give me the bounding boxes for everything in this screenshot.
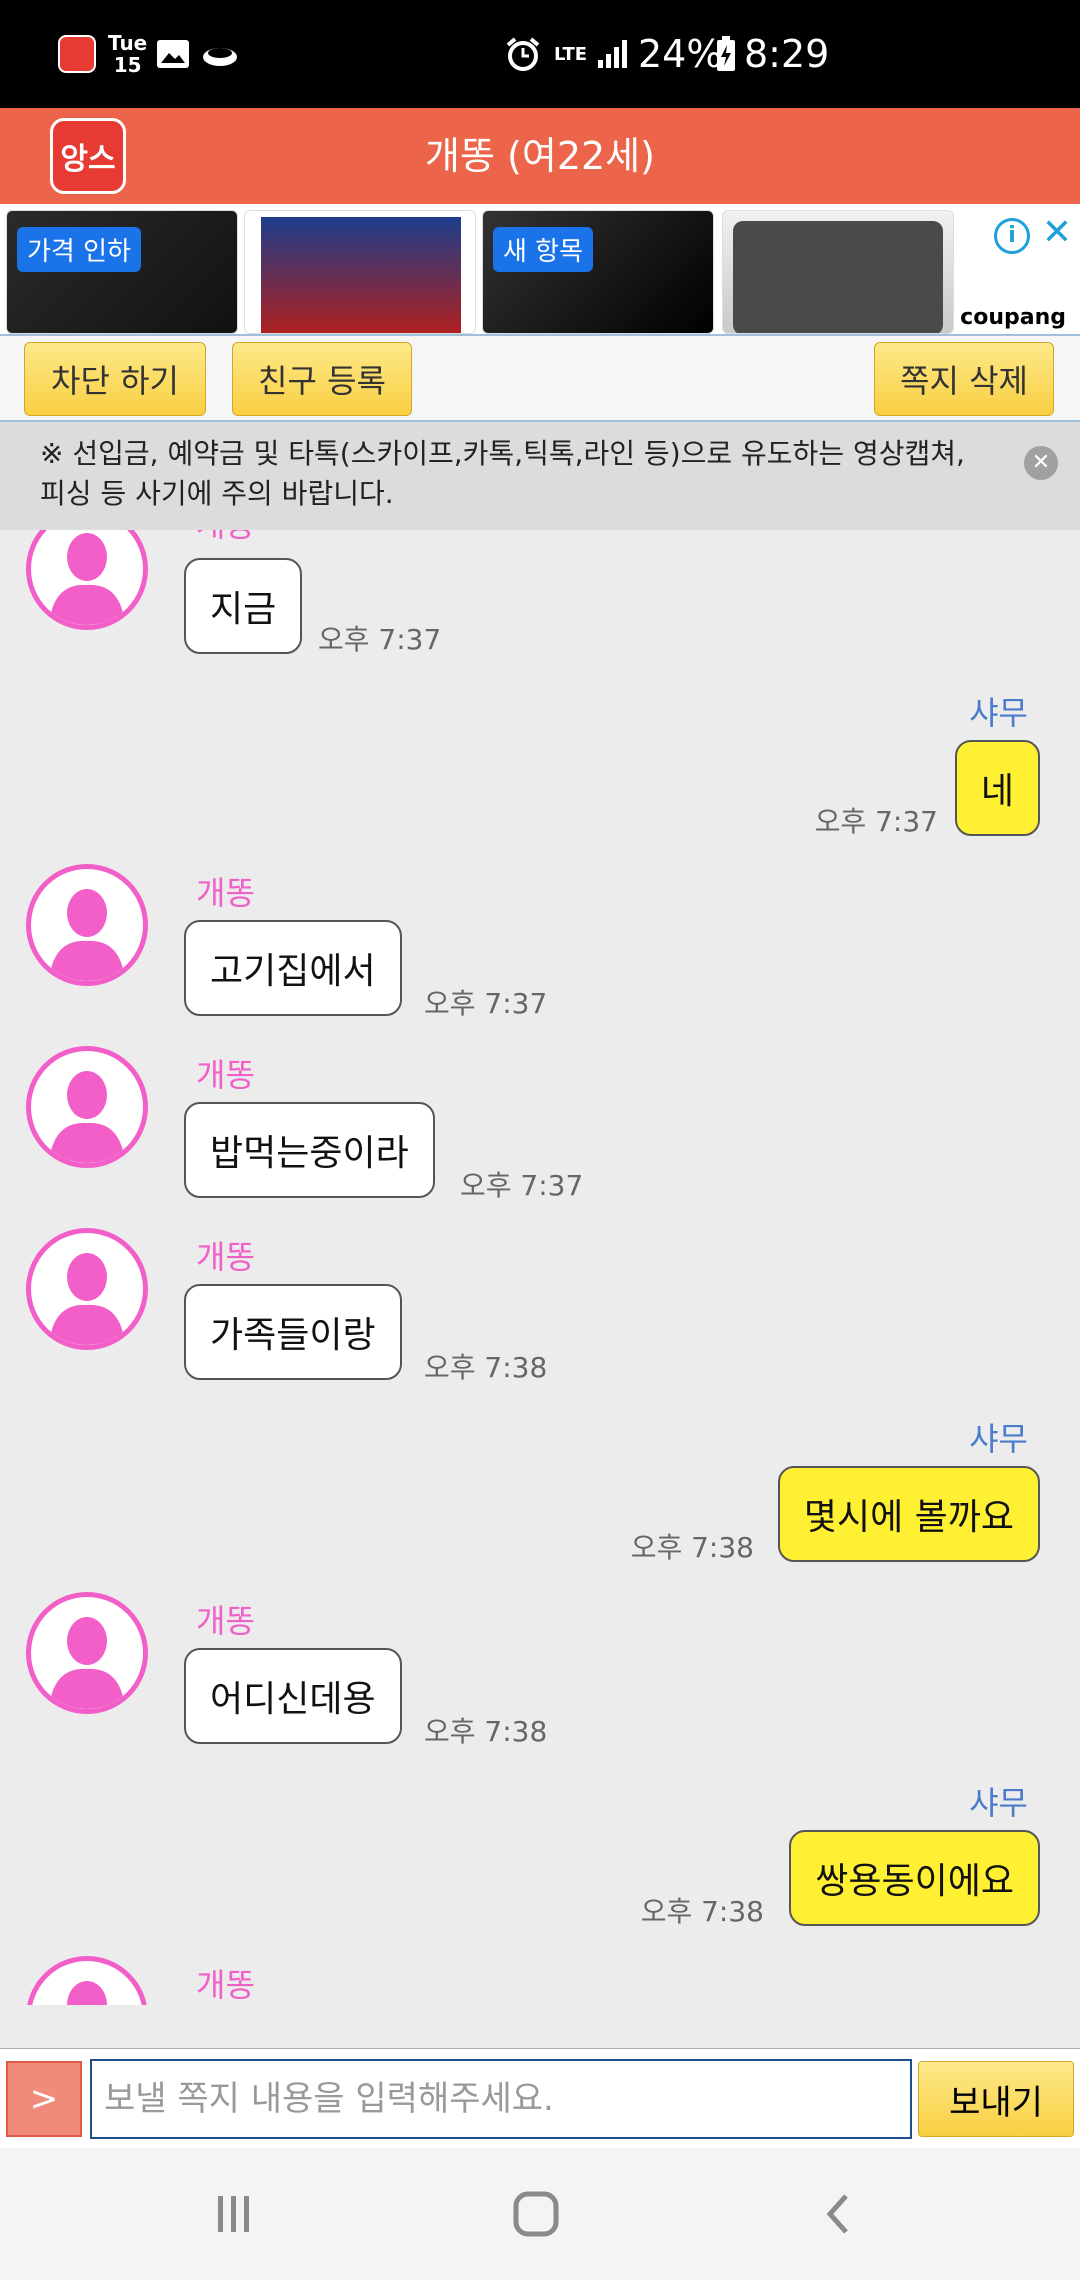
alarm-icon bbox=[504, 0, 542, 108]
notice-close-icon[interactable]: ✕ bbox=[1024, 446, 1058, 480]
status-bar: Tue 15 LTE 24% 8:29 bbox=[0, 0, 1080, 108]
sent-message-bubble[interactable]: 몇시에 볼까요 bbox=[777, 1466, 1040, 1562]
received-message-bubble[interactable]: 밥먹는중이라 bbox=[184, 1102, 435, 1198]
block-button[interactable]: 차단 하기 bbox=[24, 342, 206, 416]
message-time: 오후 7:37 bbox=[424, 987, 548, 1020]
status-date: Tue 15 bbox=[108, 0, 147, 108]
received-message-bubble[interactable]: 고기집에서 bbox=[184, 920, 402, 1016]
app-notification-icon bbox=[58, 0, 96, 108]
home-icon[interactable] bbox=[496, 2178, 576, 2250]
ad-banner[interactable]: 가격 인하 새 항목 i ✕ coupang bbox=[0, 204, 1080, 334]
message-time: 오후 7:38 bbox=[424, 1351, 548, 1384]
message-input-bar: > 보내기 bbox=[0, 2048, 1080, 2149]
received-message-bubble[interactable]: 가족들이랑 bbox=[184, 1284, 402, 1380]
ad-product-phone-case[interactable]: 가격 인하 bbox=[6, 210, 238, 334]
message-time: 오후 7:37 bbox=[814, 805, 938, 838]
sender-name: 개똥 bbox=[196, 1602, 255, 1640]
battery-percent: 24% bbox=[638, 32, 723, 76]
ad-close-icon[interactable]: ✕ bbox=[1042, 212, 1072, 253]
attach-button[interactable]: > bbox=[6, 2061, 82, 2137]
sent-message-bubble[interactable]: 네 bbox=[954, 740, 1040, 836]
sender-name: 샤무 bbox=[969, 1784, 1028, 1822]
battery-icon bbox=[716, 0, 736, 108]
network-type: LTE bbox=[554, 43, 588, 65]
message-time: 오후 7:38 bbox=[424, 1715, 548, 1748]
send-button[interactable]: 보내기 bbox=[918, 2061, 1074, 2137]
message-time: 오후 7:38 bbox=[630, 1531, 754, 1564]
sender-name: 개똥 bbox=[196, 1056, 255, 1094]
message-time: 오후 7:38 bbox=[640, 1895, 764, 1928]
sender-name: 샤무 bbox=[969, 1420, 1028, 1458]
sender-name: 개똥 bbox=[196, 874, 255, 912]
signal-icon bbox=[596, 0, 630, 108]
speaker-image bbox=[733, 221, 943, 333]
status-day: Tue bbox=[108, 31, 148, 55]
female-avatar-icon[interactable] bbox=[26, 1592, 148, 1714]
ad-product-lego-game[interactable] bbox=[244, 210, 476, 334]
message-input[interactable] bbox=[90, 2059, 912, 2139]
cloud-icon bbox=[200, 0, 240, 108]
received-message-bubble[interactable]: 어디신데용 bbox=[184, 1648, 402, 1744]
ad-badge-new: 새 항목 bbox=[493, 227, 594, 272]
female-avatar-icon[interactable] bbox=[26, 1046, 148, 1168]
system-nav-bar bbox=[0, 2148, 1080, 2280]
page-title: 개똥 (여22세) bbox=[425, 134, 655, 178]
add-friend-button[interactable]: 친구 등록 bbox=[232, 342, 412, 416]
notice-text: ※ 선입금, 예약금 및 타톡(스카이프,카톡,틱톡,라인 등)으로 유도하는 … bbox=[40, 437, 965, 510]
sender-name: 샤무 bbox=[969, 694, 1028, 732]
sent-message-bubble[interactable]: 쌍용동이에요 bbox=[789, 1830, 1040, 1926]
sender-name: 개똥 bbox=[196, 1238, 255, 1276]
chat-area[interactable]: 개똥 지금 오후 7:37 샤무 네 오후 7:37 개똥 고기집에서 오후 7… bbox=[0, 530, 1080, 2005]
status-day-number: 15 bbox=[113, 53, 142, 77]
female-avatar-icon[interactable] bbox=[26, 864, 148, 986]
sender-name: 개똥 bbox=[196, 530, 255, 546]
delete-message-button[interactable]: 쪽지 삭제 bbox=[874, 342, 1054, 416]
message-time: 오후 7:37 bbox=[460, 1169, 584, 1202]
female-avatar-icon[interactable] bbox=[26, 530, 148, 630]
recent-apps-icon[interactable] bbox=[194, 2178, 274, 2250]
game-cover-image bbox=[261, 217, 461, 333]
sender-name: 개똥 bbox=[196, 1966, 255, 2004]
scam-warning-notice: ※ 선입금, 예약금 및 타톡(스카이프,카톡,틱톡,라인 등)으로 유도하는 … bbox=[0, 422, 1080, 530]
clock: 8:29 bbox=[744, 32, 830, 76]
app-header: 앙스 개똥 (여22세) bbox=[0, 108, 1080, 204]
back-icon[interactable] bbox=[798, 2178, 878, 2250]
ad-badge-price-drop: 가격 인하 bbox=[17, 227, 141, 272]
ad-brand-label: coupang bbox=[960, 305, 1066, 330]
female-avatar-icon[interactable] bbox=[26, 1956, 148, 2005]
action-bar: 차단 하기 친구 등록 쪽지 삭제 bbox=[0, 334, 1080, 422]
received-message-bubble[interactable]: 지금 bbox=[184, 558, 303, 654]
female-avatar-icon[interactable] bbox=[26, 1228, 148, 1350]
ad-product-speaker[interactable] bbox=[722, 210, 954, 334]
message-time: 오후 7:37 bbox=[318, 623, 442, 656]
ad-product-phone-cover[interactable]: 새 항목 bbox=[482, 210, 714, 334]
gallery-icon bbox=[156, 0, 190, 108]
ad-info-icon[interactable]: i bbox=[994, 218, 1030, 254]
